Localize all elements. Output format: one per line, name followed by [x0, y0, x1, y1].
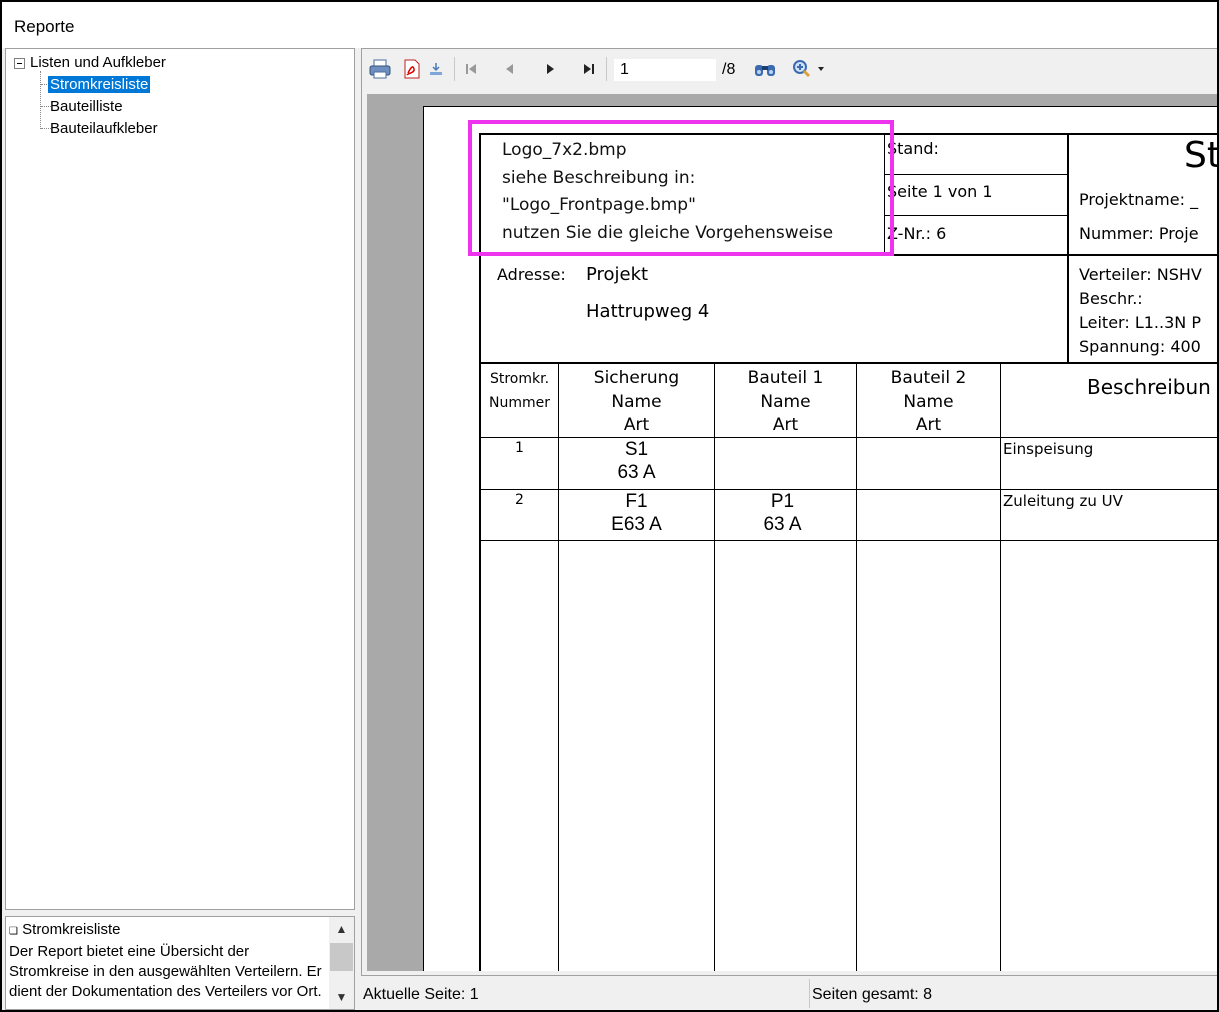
znr-label: Z-Nr.: 6 [887, 224, 947, 243]
tree-item-bauteilliste[interactable]: Bauteilliste [50, 97, 123, 117]
reports-window: Reporte Listen und Aufkleber Stromkreisl… [0, 0, 1219, 1012]
logo-line: Logo_7x2.bmp [502, 140, 627, 160]
bullet-icon: ❑ [9, 926, 18, 937]
status-bar: Aktuelle Seite: 1 Seiten gesamt: 8 [361, 977, 1217, 1010]
cell-line: 63 A [617, 462, 656, 483]
last-page-icon[interactable] [577, 57, 601, 81]
cell-line: 63 A [763, 514, 802, 535]
toolbar-separator [454, 57, 455, 81]
header-stromkreis: Stromkr. Nummer [481, 367, 558, 415]
toolbar-separator [606, 57, 607, 81]
row2-nummer: 2 [515, 492, 524, 508]
leiter-label: Leiter: L1..3N P [1079, 313, 1201, 332]
nummer-label: Nummer: Proje [1079, 224, 1199, 243]
next-page-icon[interactable] [538, 57, 562, 81]
status-divider [809, 979, 810, 1008]
header-line: Bauteil 1 [747, 368, 824, 388]
header-line: Name [611, 391, 662, 412]
description-text: ❑ Stromkreisliste Der Report bietet eine… [9, 920, 327, 1002]
tree-item-stromkreisliste[interactable]: Stromkreisliste [48, 75, 151, 95]
table-line [479, 133, 481, 971]
report-tree: Listen und Aufkleber Stromkreisliste Bau… [5, 48, 355, 910]
adresse-line1: Projekt [586, 264, 649, 285]
logo-line: "Logo_Frontpage.bmp" [502, 195, 696, 215]
header-line: Art [915, 415, 942, 435]
logo-line: siehe Beschreibung in: [502, 167, 696, 188]
description-title: Stromkreisliste [22, 921, 121, 938]
header-line: Art [772, 415, 799, 435]
adresse-line2: Hattrupweg 4 [586, 301, 710, 322]
row2-beschreibung: Zuleitung zu UV [1003, 492, 1123, 510]
page-number-input[interactable]: 1 [613, 58, 717, 82]
print-icon[interactable] [368, 57, 392, 81]
total-pages-status: Seiten gesamt: 8 [812, 986, 933, 1003]
header-line: Nummer [489, 395, 550, 411]
description-scrollbar[interactable]: ▲ ▼ [329, 917, 354, 1009]
collapse-icon[interactable] [14, 58, 25, 69]
preview-canvas[interactable]: Stand: Seite 1 von 1 Z-Nr.: 6 St Projekt… [367, 94, 1218, 971]
table-line [884, 215, 1067, 216]
scroll-down-icon[interactable]: ▼ [329, 985, 354, 1009]
seite-label: Seite 1 von 1 [887, 182, 993, 201]
current-page-status: Aktuelle Seite: 1 [363, 986, 479, 1003]
stand-label: Stand: [887, 139, 939, 158]
projektname-label: Projektname: _ [1079, 190, 1199, 209]
cell-line: P1 [770, 491, 795, 512]
row2-sicherung: F1 E63 A [559, 490, 714, 536]
header-line: Sicherung [593, 368, 680, 388]
description-panel: ❑ Stromkreisliste Der Report bietet eine… [5, 916, 355, 1010]
find-icon[interactable] [753, 57, 777, 81]
row1-sicherung: S1 63 A [559, 438, 714, 484]
report-page: Stand: Seite 1 von 1 Z-Nr.: 6 St Projekt… [423, 106, 1218, 971]
scroll-up-icon[interactable]: ▲ [329, 917, 354, 941]
tree-item-label: Stromkreisliste [48, 76, 151, 93]
viewer-toolbar: 1 /8 [362, 49, 1217, 89]
export-icon[interactable] [424, 57, 448, 81]
window-title: Reporte [14, 17, 75, 36]
zoom-dropdown-icon[interactable] [816, 57, 826, 81]
logo-line: nutzen Sie die gleiche Vorgehensweise [502, 222, 834, 243]
header-line: Name [760, 391, 811, 412]
tree-connector [40, 71, 41, 129]
logo-placeholder-text: Logo_7x2.bmp siehe Beschreibung in: "Log… [502, 137, 833, 247]
table-line [1067, 133, 1069, 363]
header-bauteil1: Bauteil 1 Name Art [715, 367, 856, 438]
report-viewer: 1 /8 Stand: Seite 1 von 1 Z-Nr.: 6 St Pr… [361, 48, 1218, 976]
cell-line: E63 A [611, 514, 662, 535]
table-line [479, 540, 1217, 541]
row2-bauteil1: P1 63 A [715, 490, 850, 536]
cell-line: S1 [624, 439, 649, 460]
row1-nummer: 1 [515, 440, 524, 456]
verteiler-label: Verteiler: NSHV [1079, 265, 1202, 284]
adresse-label: Adresse: [497, 265, 566, 284]
page-total-label: /8 [722, 61, 736, 78]
title-bar: Reporte [2, 2, 1217, 48]
table-line [856, 364, 857, 971]
header-sicherung: Sicherung Name Art [559, 367, 714, 438]
tree-root-label[interactable]: Listen und Aufkleber [30, 53, 166, 73]
header-line: Name [903, 391, 954, 412]
table-line [1000, 364, 1001, 971]
table-line [479, 362, 1217, 364]
header-beschreibung: Beschreibun [1087, 375, 1211, 399]
row1-beschreibung: Einspeisung [1003, 440, 1094, 458]
tree-item-bauteilaufkleber[interactable]: Bauteilaufkleber [50, 119, 158, 139]
header-bauteil2: Bauteil 2 Name Art [857, 367, 1000, 438]
first-page-icon[interactable] [459, 57, 483, 81]
prev-page-icon[interactable] [498, 57, 522, 81]
table-line [714, 364, 715, 971]
zoom-icon[interactable] [791, 57, 815, 81]
scroll-thumb[interactable] [330, 943, 353, 971]
beschr-label: Beschr.: [1079, 289, 1143, 308]
description-body: Der Report bietet eine Übersicht der Str… [9, 943, 322, 1000]
export-pdf-icon[interactable] [400, 57, 424, 81]
cell-line: F1 [625, 491, 648, 512]
header-line: Art [623, 415, 650, 435]
header-line: Bauteil 2 [890, 368, 967, 388]
report-title: St [1184, 135, 1218, 176]
header-line: Stromkr. [489, 371, 550, 387]
spannung-label: Spannung: 400 [1079, 337, 1201, 356]
table-line [884, 174, 1067, 175]
